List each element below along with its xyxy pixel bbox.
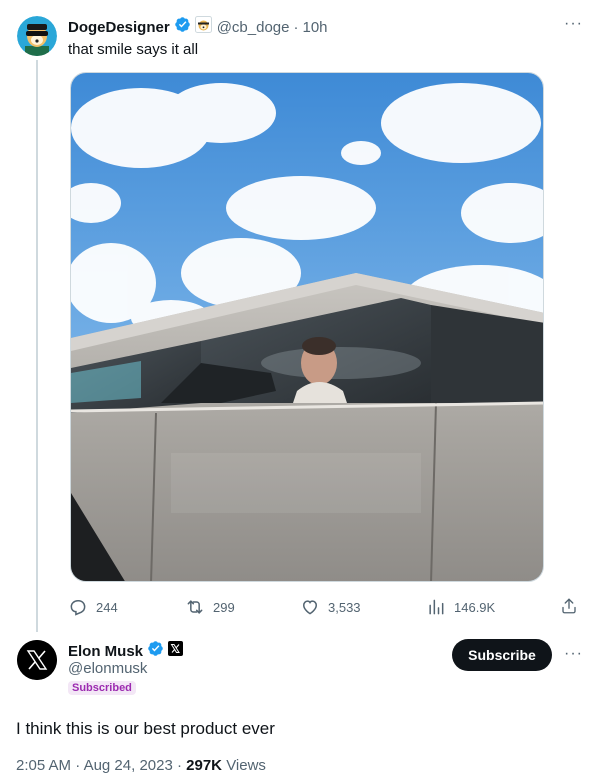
doge-affiliate-icon[interactable]	[194, 16, 212, 38]
quoted-tweet-header: DogeDesigner @cb_doge · 10h	[68, 16, 328, 38]
share-button[interactable]	[560, 597, 586, 615]
views-label: Views	[226, 757, 266, 774]
more-icon[interactable]: ···	[564, 15, 583, 33]
subscribe-button[interactable]: Subscribe	[452, 639, 552, 671]
thread-connector-line	[36, 60, 38, 632]
views-icon	[429, 599, 444, 615]
reply-count: 244	[96, 599, 118, 615]
tweet-time[interactable]: 2:05 AM	[16, 757, 71, 774]
tweet-date[interactable]: Aug 24, 2023	[84, 757, 173, 774]
quoted-tweet-text: that smile says it all	[68, 41, 199, 58]
repost-count: 299	[213, 599, 235, 615]
doge-designer-avatar[interactable]	[17, 16, 57, 56]
verified-badge-icon	[174, 16, 191, 38]
tweet-meta: 2:05 AM · Aug 24, 2023 · 297K Views	[16, 757, 266, 774]
tweet-photo[interactable]	[70, 72, 544, 582]
author-name[interactable]: DogeDesigner	[68, 19, 170, 36]
quoted-tweet-actions: 244 299 3,533 146.9K	[68, 597, 584, 617]
repost-icon	[187, 600, 203, 614]
views-button[interactable]: 146.9K	[426, 597, 495, 617]
views-count: 146.9K	[454, 599, 496, 615]
cybertruck-photo-image	[71, 73, 543, 581]
like-icon	[302, 600, 318, 615]
more-icon[interactable]: ···	[564, 645, 583, 663]
author-handle[interactable]: @elonmusk	[68, 660, 147, 677]
main-tweet-header: Elon Musk	[68, 640, 184, 662]
verified-badge-icon	[147, 640, 164, 662]
repost-button[interactable]: 299	[185, 597, 235, 617]
author-name[interactable]: Elon Musk	[68, 643, 143, 660]
share-icon	[562, 598, 576, 614]
x-logo-icon	[17, 640, 57, 680]
reply-button[interactable]: 244	[68, 597, 118, 617]
views-total: 297K	[186, 757, 223, 774]
author-handle[interactable]: @cb_doge	[217, 19, 290, 36]
dot-separator: ·	[176, 757, 182, 774]
tweet-time[interactable]: 10h	[302, 19, 327, 36]
dot-separator: ·	[75, 757, 81, 774]
like-count: 3,533	[328, 599, 361, 615]
x-affiliate-icon[interactable]	[168, 641, 184, 661]
reply-icon	[70, 600, 86, 616]
main-tweet-text: I think this is our best product ever	[16, 719, 275, 738]
elon-musk-avatar[interactable]	[17, 640, 57, 680]
dot-separator: ·	[293, 18, 299, 36]
subscribed-badge: Subscribed	[68, 681, 136, 695]
like-button[interactable]: 3,533	[300, 597, 361, 617]
